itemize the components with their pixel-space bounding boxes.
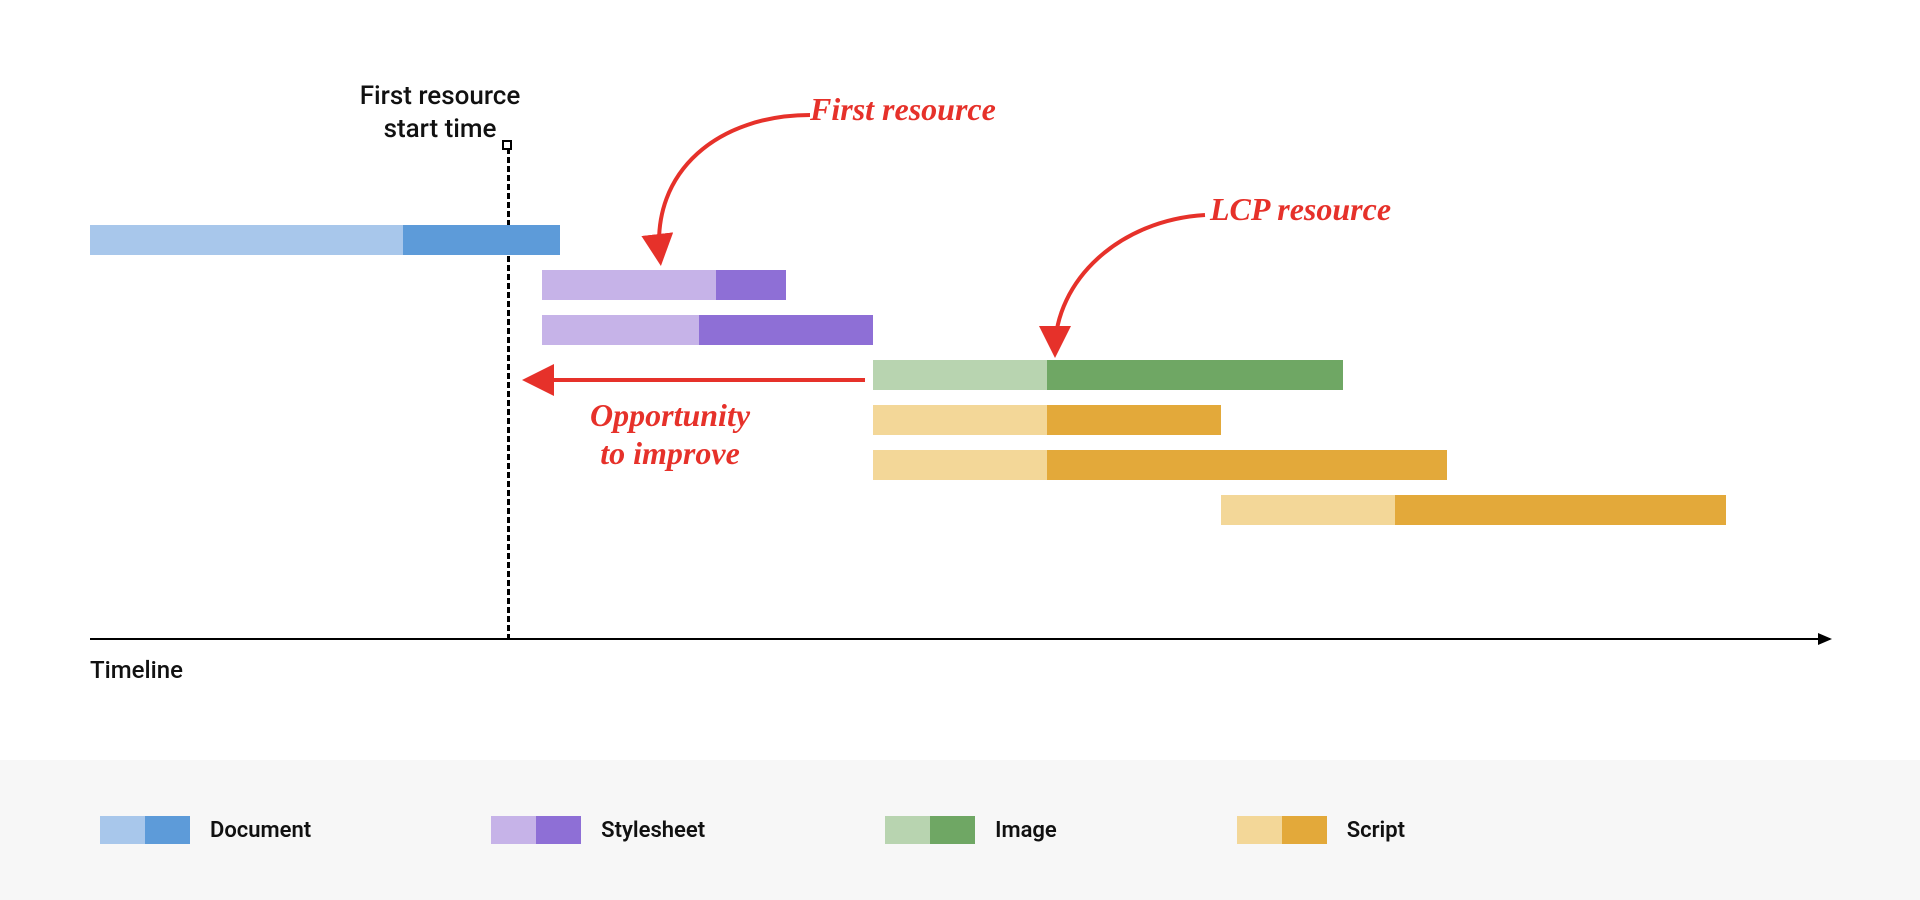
timeline-axis (90, 638, 1830, 640)
bar-segment-dark (1047, 405, 1221, 435)
bar-stylesheet-1 (542, 270, 786, 300)
legend: Document Stylesheet Image Script (0, 760, 1920, 900)
annotation-first-resource: First resource (810, 90, 996, 128)
arrow-lcp-resource (1055, 215, 1205, 350)
bar-segment-light (873, 450, 1047, 480)
bar-script-1 (873, 405, 1221, 435)
legend-item-stylesheet: Stylesheet (491, 816, 705, 844)
bar-script-3 (1221, 495, 1726, 525)
bar-segment-light (542, 270, 716, 300)
swatch-dark (145, 816, 190, 844)
bar-segment-light (90, 225, 403, 255)
swatch-dark (930, 816, 975, 844)
annotation-lcp-resource: LCP resource (1210, 190, 1391, 228)
bar-script-2 (873, 450, 1447, 480)
arrow-first-resource (659, 115, 810, 258)
bar-segment-dark (1047, 360, 1343, 390)
legend-item-document: Document (100, 816, 311, 844)
swatch-light (1237, 816, 1282, 844)
first-resource-marker-line (507, 148, 510, 640)
bar-image (873, 360, 1343, 390)
swatch-light (491, 816, 536, 844)
bar-segment-light (1221, 495, 1395, 525)
swatch-image (885, 816, 975, 844)
legend-label: Image (995, 818, 1057, 843)
bar-segment-light (873, 360, 1047, 390)
legend-item-image: Image (885, 816, 1057, 844)
bar-segment-light (873, 405, 1047, 435)
bar-segment-dark (1047, 450, 1447, 480)
bar-stylesheet-2 (542, 315, 873, 345)
swatch-light (100, 816, 145, 844)
bar-segment-dark (403, 225, 560, 255)
swatch-script (1237, 816, 1327, 844)
axis-arrow-icon (1818, 633, 1832, 645)
swatch-light (885, 816, 930, 844)
annotation-opportunity: Opportunityto improve (590, 396, 750, 473)
bar-document (90, 225, 560, 255)
swatch-stylesheet (491, 816, 581, 844)
legend-label: Script (1347, 818, 1405, 843)
bar-segment-dark (699, 315, 873, 345)
swatch-dark (536, 816, 581, 844)
marker-label-text: First resourcestart time (360, 81, 521, 144)
swatch-document (100, 816, 190, 844)
legend-label: Document (210, 818, 311, 843)
waterfall-chart: Timeline First resourcestart time First … (90, 80, 1830, 640)
bar-segment-dark (1395, 495, 1726, 525)
bar-segment-dark (716, 270, 786, 300)
bar-segment-light (542, 315, 699, 345)
legend-item-script: Script (1237, 816, 1405, 844)
axis-label: Timeline (90, 656, 183, 684)
swatch-dark (1282, 816, 1327, 844)
legend-label: Stylesheet (601, 818, 705, 843)
first-resource-marker-label: First resourcestart time (360, 80, 521, 145)
